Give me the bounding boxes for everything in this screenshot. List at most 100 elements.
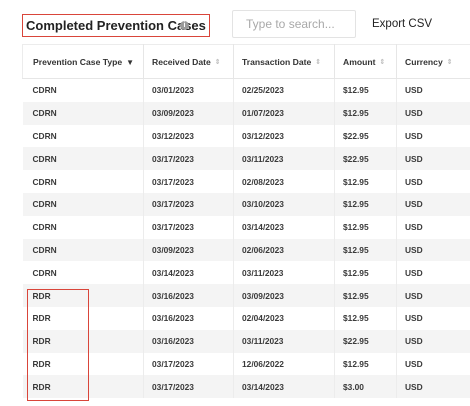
cell-currency: USD xyxy=(396,306,470,330)
sort-icon[interactable]: ⇕ xyxy=(315,59,321,66)
cell-amount: $12.95 xyxy=(334,284,397,307)
search-input[interactable] xyxy=(232,10,356,38)
column-header-received-date[interactable]: Received Date ⇕ xyxy=(143,44,234,79)
table-row[interactable]: RDR 03/17/2023 03/14/2023 $3.00 USD xyxy=(22,375,470,399)
cell-received-date: 03/17/2023 xyxy=(143,147,234,171)
cases-table: Prevention Case Type ▼ Received Date ⇕ Tra… xyxy=(22,44,470,399)
cell-currency: USD xyxy=(396,375,470,399)
table-row[interactable]: CDRN 03/12/2023 03/12/2023 $22.95 USD xyxy=(22,124,470,148)
cell-case-type: CDRN xyxy=(22,238,144,262)
table-row[interactable]: CDRN 03/17/2023 02/08/2023 $12.95 USD xyxy=(22,170,470,193)
sort-icon[interactable]: ⇕ xyxy=(447,59,453,66)
cell-received-date: 03/14/2023 xyxy=(143,261,234,285)
table-row[interactable]: CDRN 03/09/2023 01/07/2023 $12.95 USD xyxy=(22,101,470,125)
export-csv-button[interactable]: Export CSV xyxy=(372,10,432,38)
table-row[interactable]: RDR 03/17/2023 12/06/2022 $12.95 USD xyxy=(22,352,470,376)
cell-case-type: CDRN xyxy=(22,261,144,285)
cell-amount: $22.95 xyxy=(334,147,397,171)
cell-case-type: CDRN xyxy=(22,170,144,193)
column-header-case-type[interactable]: Prevention Case Type ▼ xyxy=(22,44,144,79)
column-header-label: Transaction Date xyxy=(242,56,312,67)
cell-transaction-date: 02/04/2023 xyxy=(233,306,335,330)
cell-amount: $12.95 xyxy=(334,261,397,285)
column-header-amount[interactable]: Amount ⇕ xyxy=(334,44,397,79)
cell-case-type: RDR xyxy=(22,284,144,307)
sort-icon[interactable]: ⇕ xyxy=(215,59,221,66)
cell-transaction-date: 03/14/2023 xyxy=(233,215,335,239)
cell-transaction-date: 02/08/2023 xyxy=(233,170,335,193)
cell-case-type: RDR xyxy=(22,306,144,330)
cell-amount: $12.95 xyxy=(334,306,397,330)
cell-received-date: 03/16/2023 xyxy=(143,329,234,353)
cell-received-date: 03/17/2023 xyxy=(143,352,234,376)
cell-case-type: CDRN xyxy=(22,78,144,102)
cell-amount: $12.95 xyxy=(334,238,397,262)
cell-case-type: CDRN xyxy=(22,147,144,171)
cell-transaction-date: 12/06/2022 xyxy=(233,352,335,376)
column-header-transaction-date[interactable]: Transaction Date ⇕ xyxy=(233,44,335,79)
cell-received-date: 03/12/2023 xyxy=(143,124,234,148)
column-header-label: Currency xyxy=(405,56,443,67)
cell-currency: USD xyxy=(396,329,470,353)
cell-transaction-date: 01/07/2023 xyxy=(233,101,335,125)
cell-currency: USD xyxy=(396,170,470,193)
panel-header: Completed Prevention Cases i Export CSV xyxy=(0,0,470,40)
prevention-cases-panel: Completed Prevention Cases i Export CSV … xyxy=(0,0,470,406)
cell-currency: USD xyxy=(396,284,470,307)
table-row[interactable]: CDRN 03/17/2023 03/11/2023 $22.95 USD xyxy=(22,147,470,171)
cell-transaction-date: 03/11/2023 xyxy=(233,147,335,171)
cell-transaction-date: 03/11/2023 xyxy=(233,329,335,353)
table-row[interactable]: CDRN 03/17/2023 03/10/2023 $12.95 USD xyxy=(22,192,470,216)
cell-amount: $22.95 xyxy=(334,124,397,148)
column-header-label: Received Date xyxy=(152,56,211,67)
cell-case-type: CDRN xyxy=(22,192,144,216)
cell-currency: USD xyxy=(396,352,470,376)
cell-amount: $3.00 xyxy=(334,375,397,399)
cell-transaction-date: 02/06/2023 xyxy=(233,238,335,262)
cell-currency: USD xyxy=(396,238,470,262)
cell-currency: USD xyxy=(396,261,470,285)
table-row[interactable]: CDRN 03/01/2023 02/25/2023 $12.95 USD xyxy=(22,78,470,102)
cell-received-date: 03/01/2023 xyxy=(143,78,234,102)
cell-amount: $12.95 xyxy=(334,352,397,376)
column-header-label: Prevention Case Type xyxy=(33,56,123,67)
cell-received-date: 03/17/2023 xyxy=(143,192,234,216)
table-row[interactable]: CDRN 03/14/2023 03/11/2023 $12.95 USD xyxy=(22,261,470,285)
cell-currency: USD xyxy=(396,215,470,239)
table-row[interactable]: RDR 03/16/2023 02/04/2023 $12.95 USD xyxy=(22,306,470,330)
column-header-currency[interactable]: Currency ⇕ xyxy=(396,44,470,79)
table-header-row: Prevention Case Type ▼ Received Date ⇕ Tra… xyxy=(22,44,470,79)
cell-amount: $12.95 xyxy=(334,215,397,239)
column-header-label: Amount xyxy=(343,56,376,67)
cell-case-type: CDRN xyxy=(22,124,144,148)
cell-transaction-date: 03/11/2023 xyxy=(233,261,335,285)
cases-table-container: Prevention Case Type ▼ Received Date ⇕ Tra… xyxy=(22,44,470,406)
cell-transaction-date: 03/10/2023 xyxy=(233,192,335,216)
table-row[interactable]: RDR 03/16/2023 03/09/2023 $12.95 USD xyxy=(22,284,470,307)
info-icon[interactable]: i xyxy=(180,21,189,30)
cell-received-date: 03/17/2023 xyxy=(143,170,234,193)
sort-desc-icon[interactable]: ▼ xyxy=(126,58,134,66)
cell-amount: $12.95 xyxy=(334,101,397,125)
cell-case-type: CDRN xyxy=(22,101,144,125)
cell-currency: USD xyxy=(396,124,470,148)
cell-transaction-date: 03/14/2023 xyxy=(233,375,335,399)
cell-currency: USD xyxy=(396,192,470,216)
cell-received-date: 03/16/2023 xyxy=(143,306,234,330)
cell-received-date: 03/09/2023 xyxy=(143,238,234,262)
cell-currency: USD xyxy=(396,147,470,171)
cell-received-date: 03/17/2023 xyxy=(143,375,234,399)
cell-amount: $22.95 xyxy=(334,329,397,353)
cell-amount: $12.95 xyxy=(334,78,397,102)
cell-transaction-date: 02/25/2023 xyxy=(233,78,335,102)
cell-amount: $12.95 xyxy=(334,170,397,193)
table-row[interactable]: CDRN 03/17/2023 03/14/2023 $12.95 USD xyxy=(22,215,470,239)
cell-transaction-date: 03/09/2023 xyxy=(233,284,335,307)
table-row[interactable]: RDR 03/16/2023 03/11/2023 $22.95 USD xyxy=(22,329,470,353)
table-body: CDRN 03/01/2023 02/25/2023 $12.95 USD CDRN 03/… xyxy=(22,78,470,399)
cell-case-type: CDRN xyxy=(22,215,144,239)
cell-transaction-date: 03/12/2023 xyxy=(233,124,335,148)
sort-icon[interactable]: ⇕ xyxy=(379,59,385,66)
cell-received-date: 03/17/2023 xyxy=(143,215,234,239)
table-row[interactable]: CDRN 03/09/2023 02/06/2023 $12.95 USD xyxy=(22,238,470,262)
